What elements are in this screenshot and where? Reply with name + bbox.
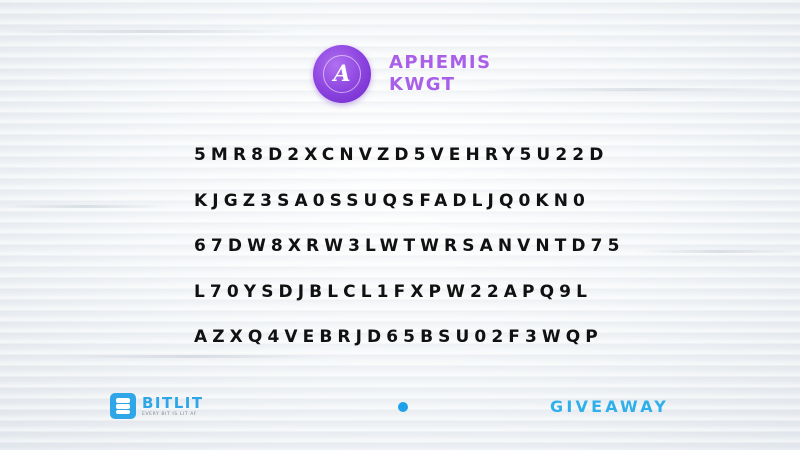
logo-bar (116, 404, 130, 409)
promo-code: L70YSDJBLCL1FXPW22APQ9L (194, 281, 593, 302)
brand-tagline: EVERY BIT IS LIT AF (142, 411, 198, 417)
background-streak (0, 205, 170, 208)
logo-letter: A (333, 61, 351, 87)
app-logo: A APHEMIS KWGT (313, 45, 492, 103)
logo-bar (116, 410, 130, 414)
logo-bar (116, 398, 130, 403)
brand-text: BITLIT EVERY BIT IS LIT AF (142, 395, 204, 418)
app-name-line1: APHEMIS (389, 52, 492, 73)
app-name: APHEMIS KWGT (389, 52, 492, 96)
promo-code: KJGZ3SA0SSUQSFADLJQ0KN0 (194, 190, 590, 211)
app-name-line2: KWGT (389, 74, 456, 95)
brand-name: BITLIT (142, 393, 204, 412)
promo-code: AZXQ4VEBRJD65BSU02F3WQP (194, 327, 603, 347)
bitlit-brand: BITLIT EVERY BIT IS LIT AF (110, 393, 204, 419)
background-streak (640, 250, 800, 253)
pagination-dot (398, 402, 408, 412)
promo-code-list: 5MR8D2XCNVZD5VEHRY5U22D KJGZ3SA0SSUQSFAD… (194, 142, 625, 370)
giveaway-label: GIVEAWAY (550, 397, 670, 416)
promo-code: 67DW8XRW3LWTWRSANVNTD75 (194, 236, 625, 256)
bitlit-logo-icon (110, 393, 136, 419)
background-streak (0, 30, 300, 33)
promo-code: 5MR8D2XCNVZD5VEHRY5U22D (194, 145, 609, 165)
aphemis-logo-icon: A (313, 45, 371, 103)
background-streak (480, 88, 800, 91)
